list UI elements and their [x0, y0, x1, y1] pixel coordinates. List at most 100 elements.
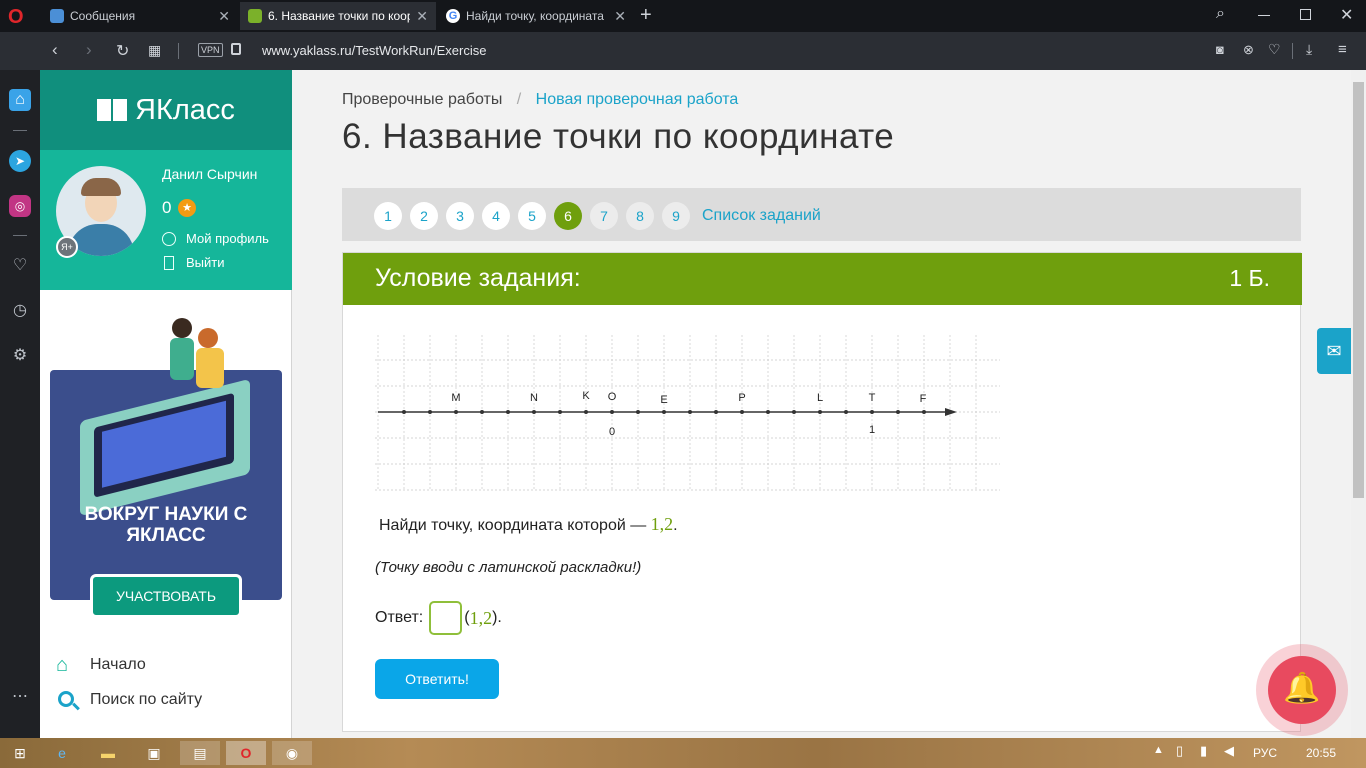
- messages-icon: [50, 9, 64, 23]
- point-label-t: T: [869, 392, 876, 404]
- pager-item-2[interactable]: 2: [410, 202, 438, 230]
- address-bar: ‹ › ↻ ▦ VPN www.yaklass.ru/TestWorkRun/E…: [0, 32, 1366, 70]
- pager-item-8[interactable]: 8: [626, 202, 654, 230]
- new-tab-icon[interactable]: +: [640, 4, 652, 27]
- pager-item-9[interactable]: 9: [662, 202, 690, 230]
- search-tabs-icon[interactable]: ⌕: [1216, 5, 1225, 23]
- breadcrumb-current[interactable]: Новая проверочная работа: [536, 91, 739, 108]
- forward-icon[interactable]: ›: [86, 40, 92, 60]
- menu-home[interactable]: ⌂ Начало: [56, 654, 276, 680]
- minimize-icon[interactable]: [1258, 15, 1270, 16]
- profile-link[interactable]: Мой профиль: [186, 231, 269, 246]
- photos-app-icon[interactable]: ▤: [180, 741, 220, 765]
- tab-yaklass[interactable]: 6. Название точки по коор ✕: [240, 2, 436, 30]
- download-icon[interactable]: ⤓: [1306, 41, 1312, 58]
- feedback-mail-button[interactable]: ✉: [1317, 328, 1351, 374]
- close-tab-icon[interactable]: ✕: [614, 8, 626, 25]
- promo-banner[interactable]: ВОКРУГ НАУКИ С ЯКЛАСС: [50, 370, 282, 600]
- home-icon: ⌂: [56, 654, 69, 676]
- clock[interactable]: 20:55: [1306, 746, 1336, 760]
- heart-icon[interactable]: ♡: [9, 255, 31, 277]
- pager-item-5[interactable]: 5: [518, 202, 546, 230]
- network-icon[interactable]: ▮: [1200, 743, 1207, 759]
- url-input[interactable]: www.yaklass.ru/TestWorkRun/Exercise: [262, 43, 486, 58]
- tab-messages[interactable]: Сообщения ✕: [42, 2, 238, 30]
- hint-text: (Точку вводи с латинской раскладки!): [375, 559, 642, 576]
- language-indicator[interactable]: РУС: [1253, 746, 1277, 760]
- vpn-badge[interactable]: VPN: [198, 43, 223, 57]
- axis-dot: [662, 410, 666, 414]
- menu-search[interactable]: Поиск по сайту: [56, 689, 276, 715]
- close-tab-icon[interactable]: ✕: [416, 8, 428, 25]
- volume-icon[interactable]: ◀: [1224, 743, 1234, 759]
- task-card: Условие задания: 1 Б. M N K O E P L T F …: [342, 252, 1302, 732]
- tab-google[interactable]: G Найди точку, координата ✕: [438, 2, 634, 30]
- answer-input[interactable]: [429, 601, 463, 635]
- submit-button[interactable]: Ответить!: [375, 659, 499, 699]
- axis-dot: [818, 410, 822, 414]
- control-panel-icon[interactable]: ▣: [134, 741, 174, 765]
- task-score: 1 Б.: [1229, 265, 1270, 291]
- pager-item-3[interactable]: 3: [446, 202, 474, 230]
- tab-title: 6. Название точки по коор: [268, 9, 411, 23]
- add-friend-icon[interactable]: Я+: [56, 236, 78, 258]
- telegram-icon[interactable]: ➤: [9, 150, 31, 172]
- divider: [13, 235, 27, 236]
- task-list-link[interactable]: Список заданий: [702, 207, 821, 225]
- axis-dot: [610, 410, 614, 414]
- history-icon[interactable]: ◷: [9, 300, 31, 322]
- steam-icon[interactable]: ◉: [272, 741, 312, 765]
- bookmark-heart-icon[interactable]: ♡: [1268, 41, 1281, 58]
- task-header-title: Условие задания:: [375, 264, 581, 292]
- axis-dot: [532, 410, 536, 414]
- axis-dot: [480, 410, 484, 414]
- opera-taskbar-icon[interactable]: O: [226, 741, 266, 765]
- logout-link[interactable]: Выйти: [186, 255, 225, 270]
- scrollbar-thumb[interactable]: [1353, 82, 1364, 498]
- search-icon-handle: [72, 702, 80, 711]
- reload-icon[interactable]: ↻: [116, 41, 129, 61]
- pager-item-7[interactable]: 7: [590, 202, 618, 230]
- snapshot-icon[interactable]: ◙: [1216, 42, 1224, 57]
- breadcrumb-separator: /: [516, 91, 522, 108]
- tabs-grid-icon[interactable]: ▦: [148, 42, 161, 59]
- tab-bar: O Сообщения ✕ 6. Название точки по коор …: [0, 0, 1366, 32]
- home-speeddial-icon[interactable]: ⌂: [9, 89, 31, 111]
- file-explorer-icon[interactable]: ▬: [88, 741, 128, 765]
- back-icon[interactable]: ‹: [52, 40, 58, 60]
- more-icon[interactable]: ⋯: [9, 686, 31, 708]
- tray-device-icon[interactable]: ▯: [1176, 743, 1183, 759]
- lock-icon: [231, 43, 241, 55]
- axis-dot: [766, 410, 770, 414]
- pager-item-1[interactable]: 1: [374, 202, 402, 230]
- yaklass-favicon-icon: [248, 9, 262, 23]
- pager-item-4[interactable]: 4: [482, 202, 510, 230]
- question-value: 1,2: [650, 514, 674, 534]
- answer-label: Ответ:: [375, 609, 424, 626]
- close-window-icon[interactable]: ✕: [1340, 5, 1353, 25]
- instagram-icon[interactable]: ◎: [9, 195, 31, 217]
- windows-start-icon[interactable]: ⊞: [0, 741, 40, 765]
- participate-button[interactable]: УЧАСТВОВАТЬ: [90, 574, 242, 618]
- page-scrollbar[interactable]: [1351, 70, 1366, 738]
- yaklass-logo[interactable]: ЯКласс: [40, 70, 292, 150]
- tray-overflow-icon[interactable]: ▲: [1153, 744, 1164, 756]
- divider: [13, 130, 27, 131]
- internet-explorer-icon[interactable]: e: [42, 741, 82, 765]
- user-name[interactable]: Данил Сырчин: [162, 166, 257, 182]
- question-suffix: .: [673, 517, 678, 534]
- close-tab-icon[interactable]: ✕: [218, 8, 230, 25]
- settings-gear-icon[interactable]: ⚙: [9, 345, 31, 367]
- tab-title: Сообщения: [70, 9, 136, 23]
- menu-icon[interactable]: ≡: [1338, 41, 1347, 58]
- axis-dot: [922, 410, 926, 414]
- tab-title: Найди точку, координата: [466, 9, 604, 23]
- breadcrumb-root[interactable]: Проверочные работы: [342, 91, 502, 108]
- pager-item-6[interactable]: 6: [554, 202, 582, 230]
- divider: [178, 43, 179, 59]
- restore-icon[interactable]: [1300, 9, 1311, 20]
- notification-bell-button[interactable]: 🔔: [1256, 644, 1348, 736]
- axis-dot: [454, 410, 458, 414]
- opera-logo-icon[interactable]: O: [8, 6, 30, 28]
- adblock-icon[interactable]: ⊗: [1243, 42, 1254, 58]
